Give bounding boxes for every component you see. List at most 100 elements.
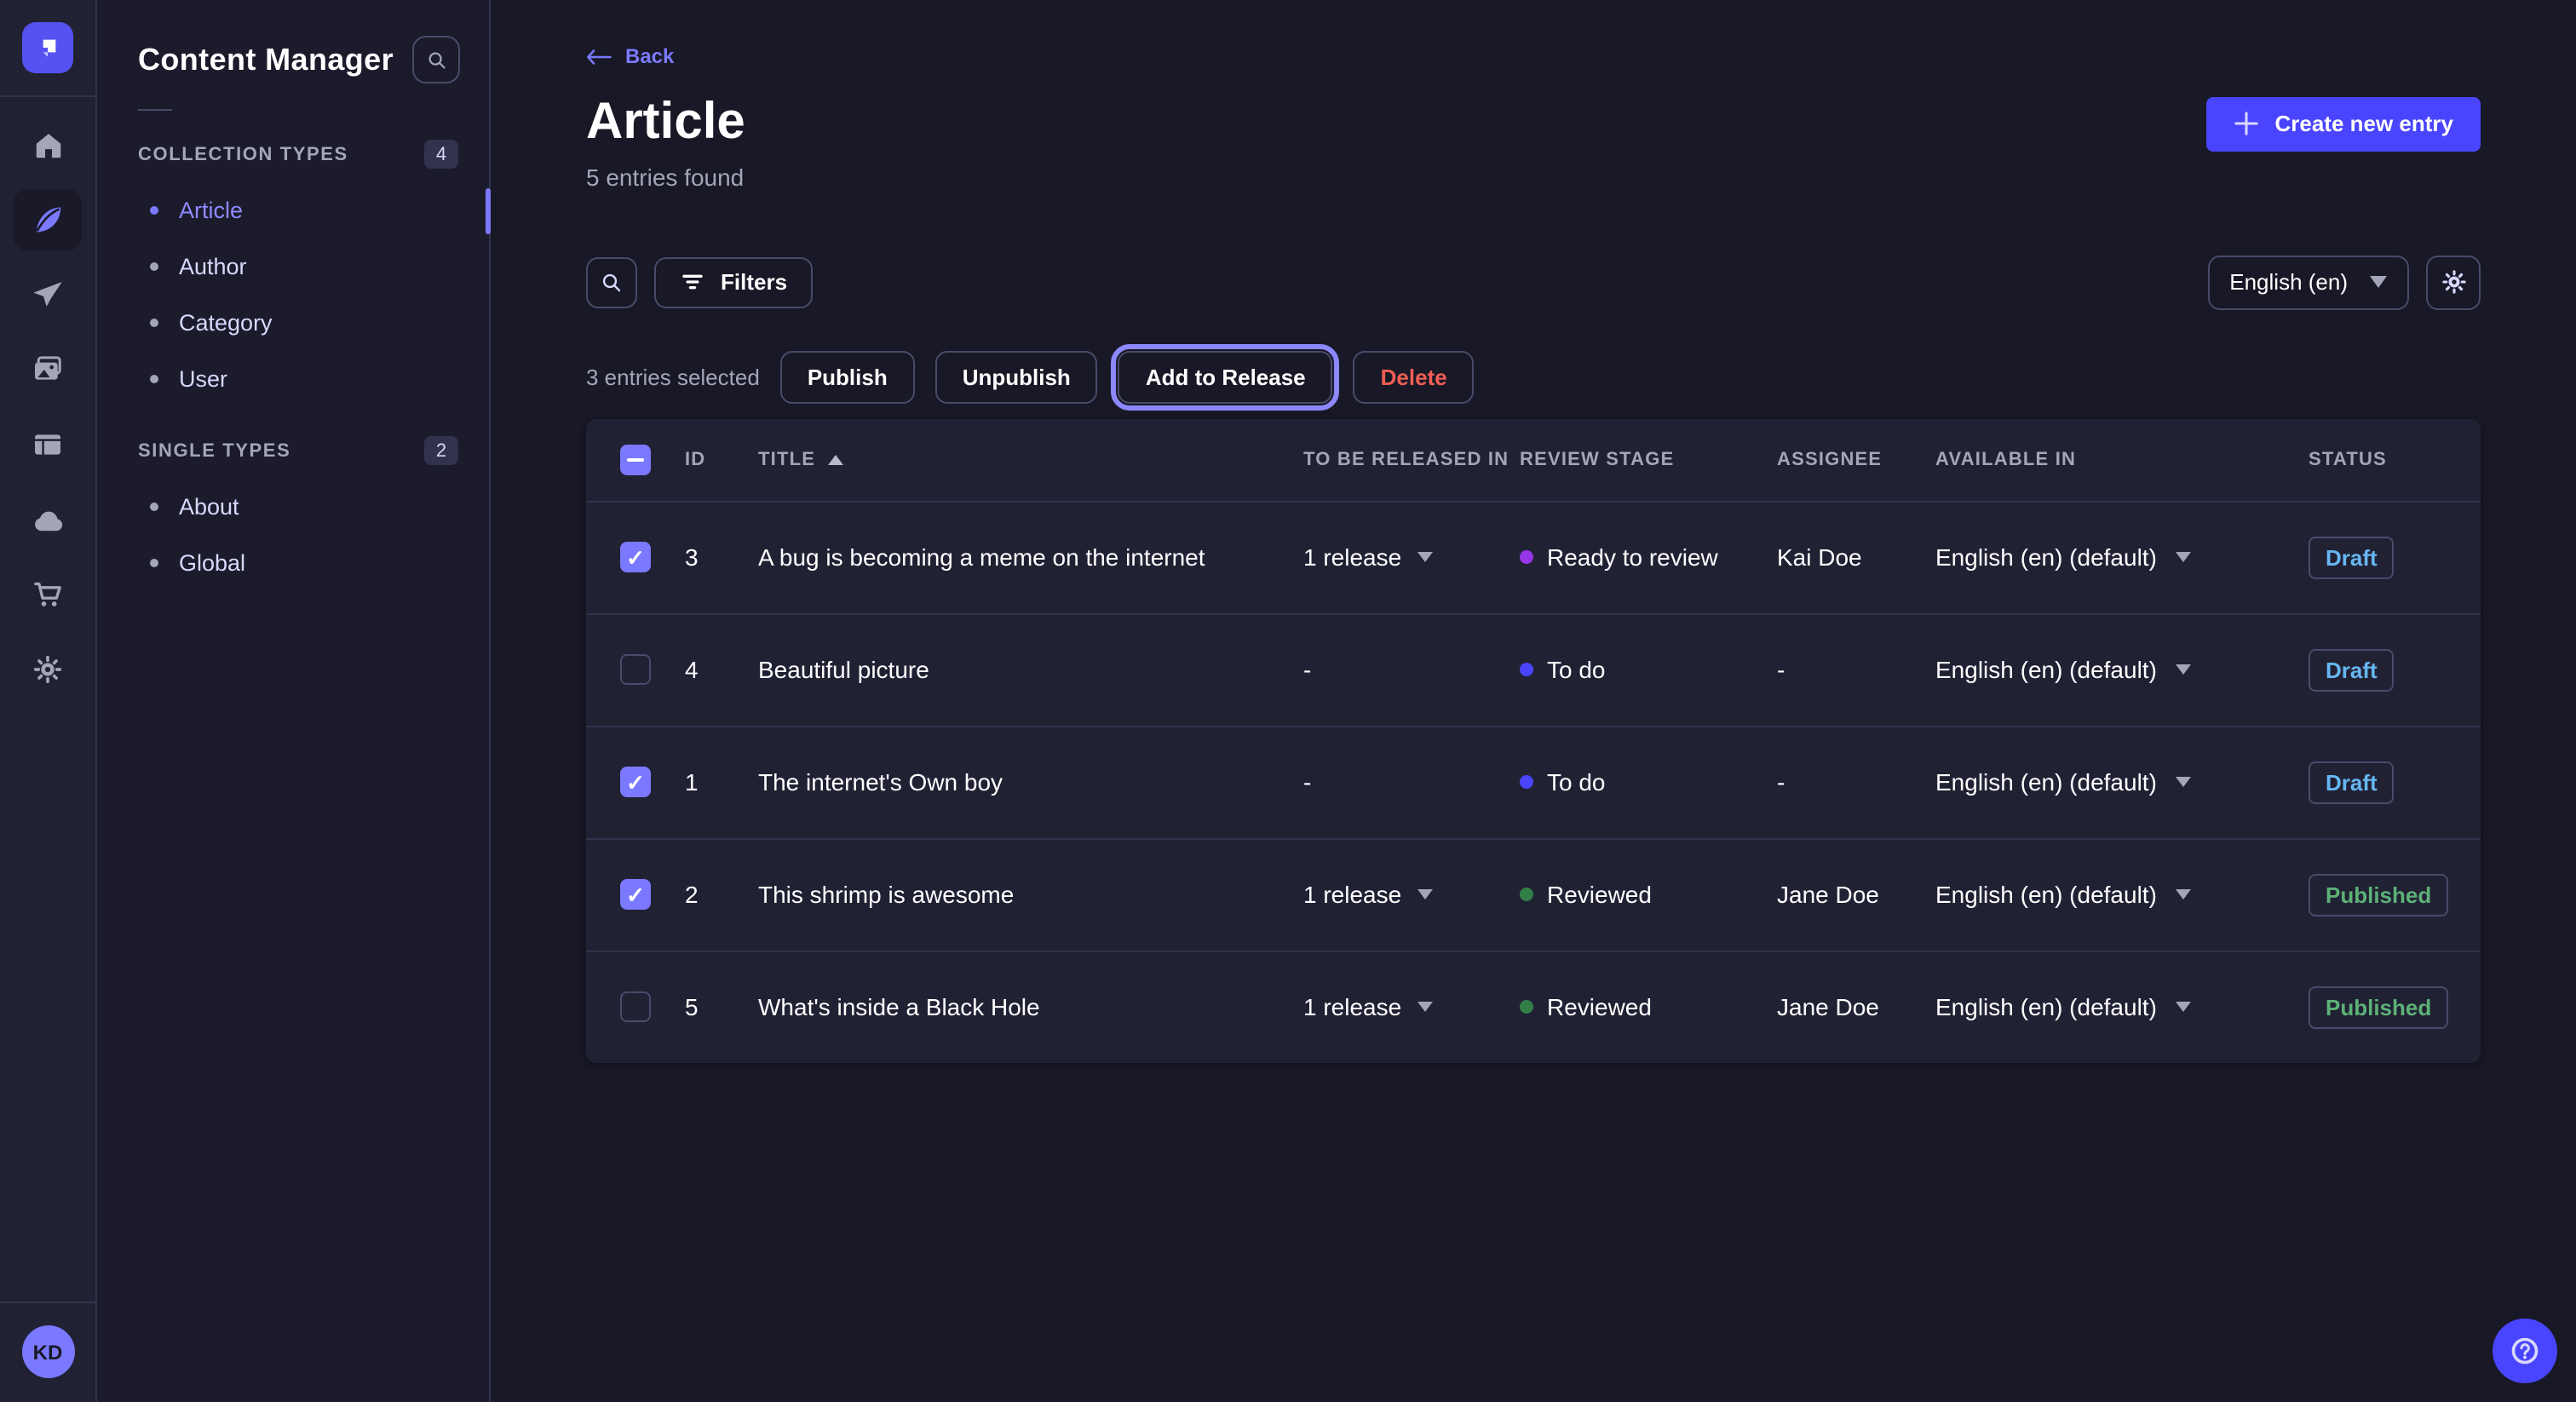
column-header-id[interactable]: ID — [685, 449, 758, 469]
publish-button[interactable]: Publish — [780, 350, 915, 403]
divider — [138, 109, 172, 111]
row-checkbox[interactable] — [620, 991, 651, 1022]
add-to-release-button[interactable]: Add to Release — [1118, 350, 1333, 403]
entries-table: ID TITLE TO BE RELEASED IN REVIEW STAGE … — [586, 418, 2481, 1062]
row-checkbox[interactable] — [620, 542, 651, 572]
chevron-down-icon — [2176, 664, 2191, 675]
table-row[interactable]: 1 The internet's Own boy - To do - Engli… — [586, 725, 2481, 837]
bullet-icon — [150, 206, 158, 215]
content-type-builder-icon[interactable] — [14, 414, 82, 475]
entry-id: 4 — [685, 656, 758, 683]
content-manager-feather-icon[interactable] — [14, 189, 82, 250]
column-header-status: STATUS — [2309, 449, 2481, 469]
main-content: Back Article Create new entry 5 entries … — [491, 0, 2576, 1402]
entry-title: The internet's Own boy — [758, 768, 1303, 796]
locale-dropdown[interactable]: English (en) (default) — [1935, 881, 2309, 908]
delete-button[interactable]: Delete — [1354, 350, 1475, 403]
column-header-available-in: AVAILABLE IN — [1935, 449, 2309, 469]
create-new-entry-button[interactable]: Create new entry — [2206, 96, 2481, 151]
section-header[interactable]: COLLECTION TYPES4 — [97, 140, 489, 169]
sidebar-item-about[interactable]: About — [97, 479, 489, 535]
column-header-title[interactable]: TITLE — [758, 449, 1303, 469]
entry-title: This shrimp is awesome — [758, 881, 1303, 908]
bullet-icon — [150, 503, 158, 511]
nav-rail: KD — [0, 0, 97, 1402]
stage-dot-icon — [1520, 663, 1533, 676]
locale-dropdown[interactable]: English (en) (default) — [1935, 993, 2309, 1020]
sidebar-item-article[interactable]: Article — [97, 182, 489, 238]
user-avatar[interactable]: KD — [21, 1325, 74, 1378]
entry-title: Beautiful picture — [758, 656, 1303, 683]
subnav-title: Content Manager — [138, 42, 394, 78]
table-row[interactable]: 4 Beautiful picture - To do - English (e… — [586, 612, 2481, 725]
column-header-assignee: ASSIGNEE — [1777, 449, 1935, 469]
bullet-icon — [150, 319, 158, 327]
sort-ascending-icon — [827, 454, 842, 464]
assignee: Jane Doe — [1777, 881, 1935, 908]
view-settings-gear-icon[interactable] — [2426, 255, 2481, 309]
section-count-badge: 2 — [424, 436, 458, 465]
help-button[interactable] — [2493, 1319, 2557, 1383]
locale-dropdown[interactable]: English (en) (default) — [1935, 656, 2309, 683]
sidebar-item-author[interactable]: Author — [97, 238, 489, 295]
section-count-badge: 4 — [424, 140, 458, 169]
search-icon[interactable] — [586, 256, 637, 307]
table-row[interactable]: 2 This shrimp is awesome 1 release Revie… — [586, 837, 2481, 950]
stage-label: Reviewed — [1547, 993, 1652, 1020]
column-header-review-stage: REVIEW STAGE — [1520, 449, 1777, 469]
status-badge: Draft — [2309, 648, 2395, 691]
subnav-panel: Content Manager COLLECTION TYPES4 Article… — [97, 0, 491, 1402]
release-dropdown: - — [1303, 768, 1311, 796]
chevron-down-icon — [1417, 1002, 1432, 1012]
entry-title: What's inside a Black Hole — [758, 993, 1303, 1020]
chevron-down-icon — [2370, 276, 2387, 288]
marketplace-cart-icon[interactable] — [14, 564, 82, 625]
stage-dot-icon — [1520, 775, 1533, 789]
entry-id: 3 — [685, 543, 758, 571]
release-dropdown[interactable]: 1 release — [1303, 881, 1432, 908]
filter-icon — [680, 269, 705, 295]
locale-dropdown[interactable]: English (en) (default) — [1935, 768, 2309, 796]
home-icon[interactable] — [14, 114, 82, 175]
sidebar-item-global[interactable]: Global — [97, 535, 489, 591]
plus-icon — [2234, 111, 2259, 136]
strapi-logo-icon[interactable] — [22, 22, 73, 73]
sidebar-item-category[interactable]: Category — [97, 295, 489, 351]
back-link[interactable]: Back — [586, 44, 674, 68]
bullet-icon — [150, 262, 158, 271]
releases-plane-icon[interactable] — [14, 264, 82, 325]
status-badge: Draft — [2309, 761, 2395, 803]
chevron-down-icon — [2176, 889, 2191, 899]
unpublish-button[interactable]: Unpublish — [935, 350, 1098, 403]
subnav-search-icon[interactable] — [412, 36, 460, 83]
locale-select[interactable]: English (en) — [2207, 255, 2409, 309]
chevron-down-icon — [2176, 1002, 2191, 1012]
chevron-down-icon — [1417, 552, 1432, 562]
stage-label: Ready to review — [1547, 543, 1718, 571]
stage-dot-icon — [1520, 1000, 1533, 1014]
column-header-to-be-released-in: TO BE RELEASED IN — [1303, 449, 1520, 469]
stage-label: To do — [1547, 656, 1606, 683]
release-dropdown[interactable]: 1 release — [1303, 543, 1432, 571]
entries-count: 5 entries found — [586, 163, 2481, 190]
settings-gear-icon[interactable] — [14, 639, 82, 700]
table-row[interactable]: 3 A bug is becoming a meme on the intern… — [586, 500, 2481, 612]
media-library-icon[interactable] — [14, 339, 82, 400]
row-checkbox[interactable] — [620, 767, 651, 797]
filters-button[interactable]: Filters — [654, 256, 813, 307]
row-checkbox[interactable] — [620, 654, 651, 685]
locale-dropdown[interactable]: English (en) (default) — [1935, 543, 2309, 571]
select-all-checkbox[interactable] — [620, 444, 651, 474]
status-badge: Published — [2309, 873, 2448, 916]
cloud-icon[interactable] — [14, 489, 82, 550]
chevron-down-icon — [2176, 777, 2191, 787]
row-checkbox[interactable] — [620, 879, 651, 910]
release-dropdown[interactable]: 1 release — [1303, 993, 1432, 1020]
bullet-icon — [150, 559, 158, 567]
page-title: Article — [586, 93, 745, 151]
sidebar-item-user[interactable]: User — [97, 351, 489, 407]
stage-dot-icon — [1520, 550, 1533, 564]
section-header[interactable]: SINGLE TYPES2 — [97, 436, 489, 465]
table-row[interactable]: 5 What's inside a Black Hole 1 release R… — [586, 950, 2481, 1062]
assignee: - — [1777, 768, 1935, 796]
